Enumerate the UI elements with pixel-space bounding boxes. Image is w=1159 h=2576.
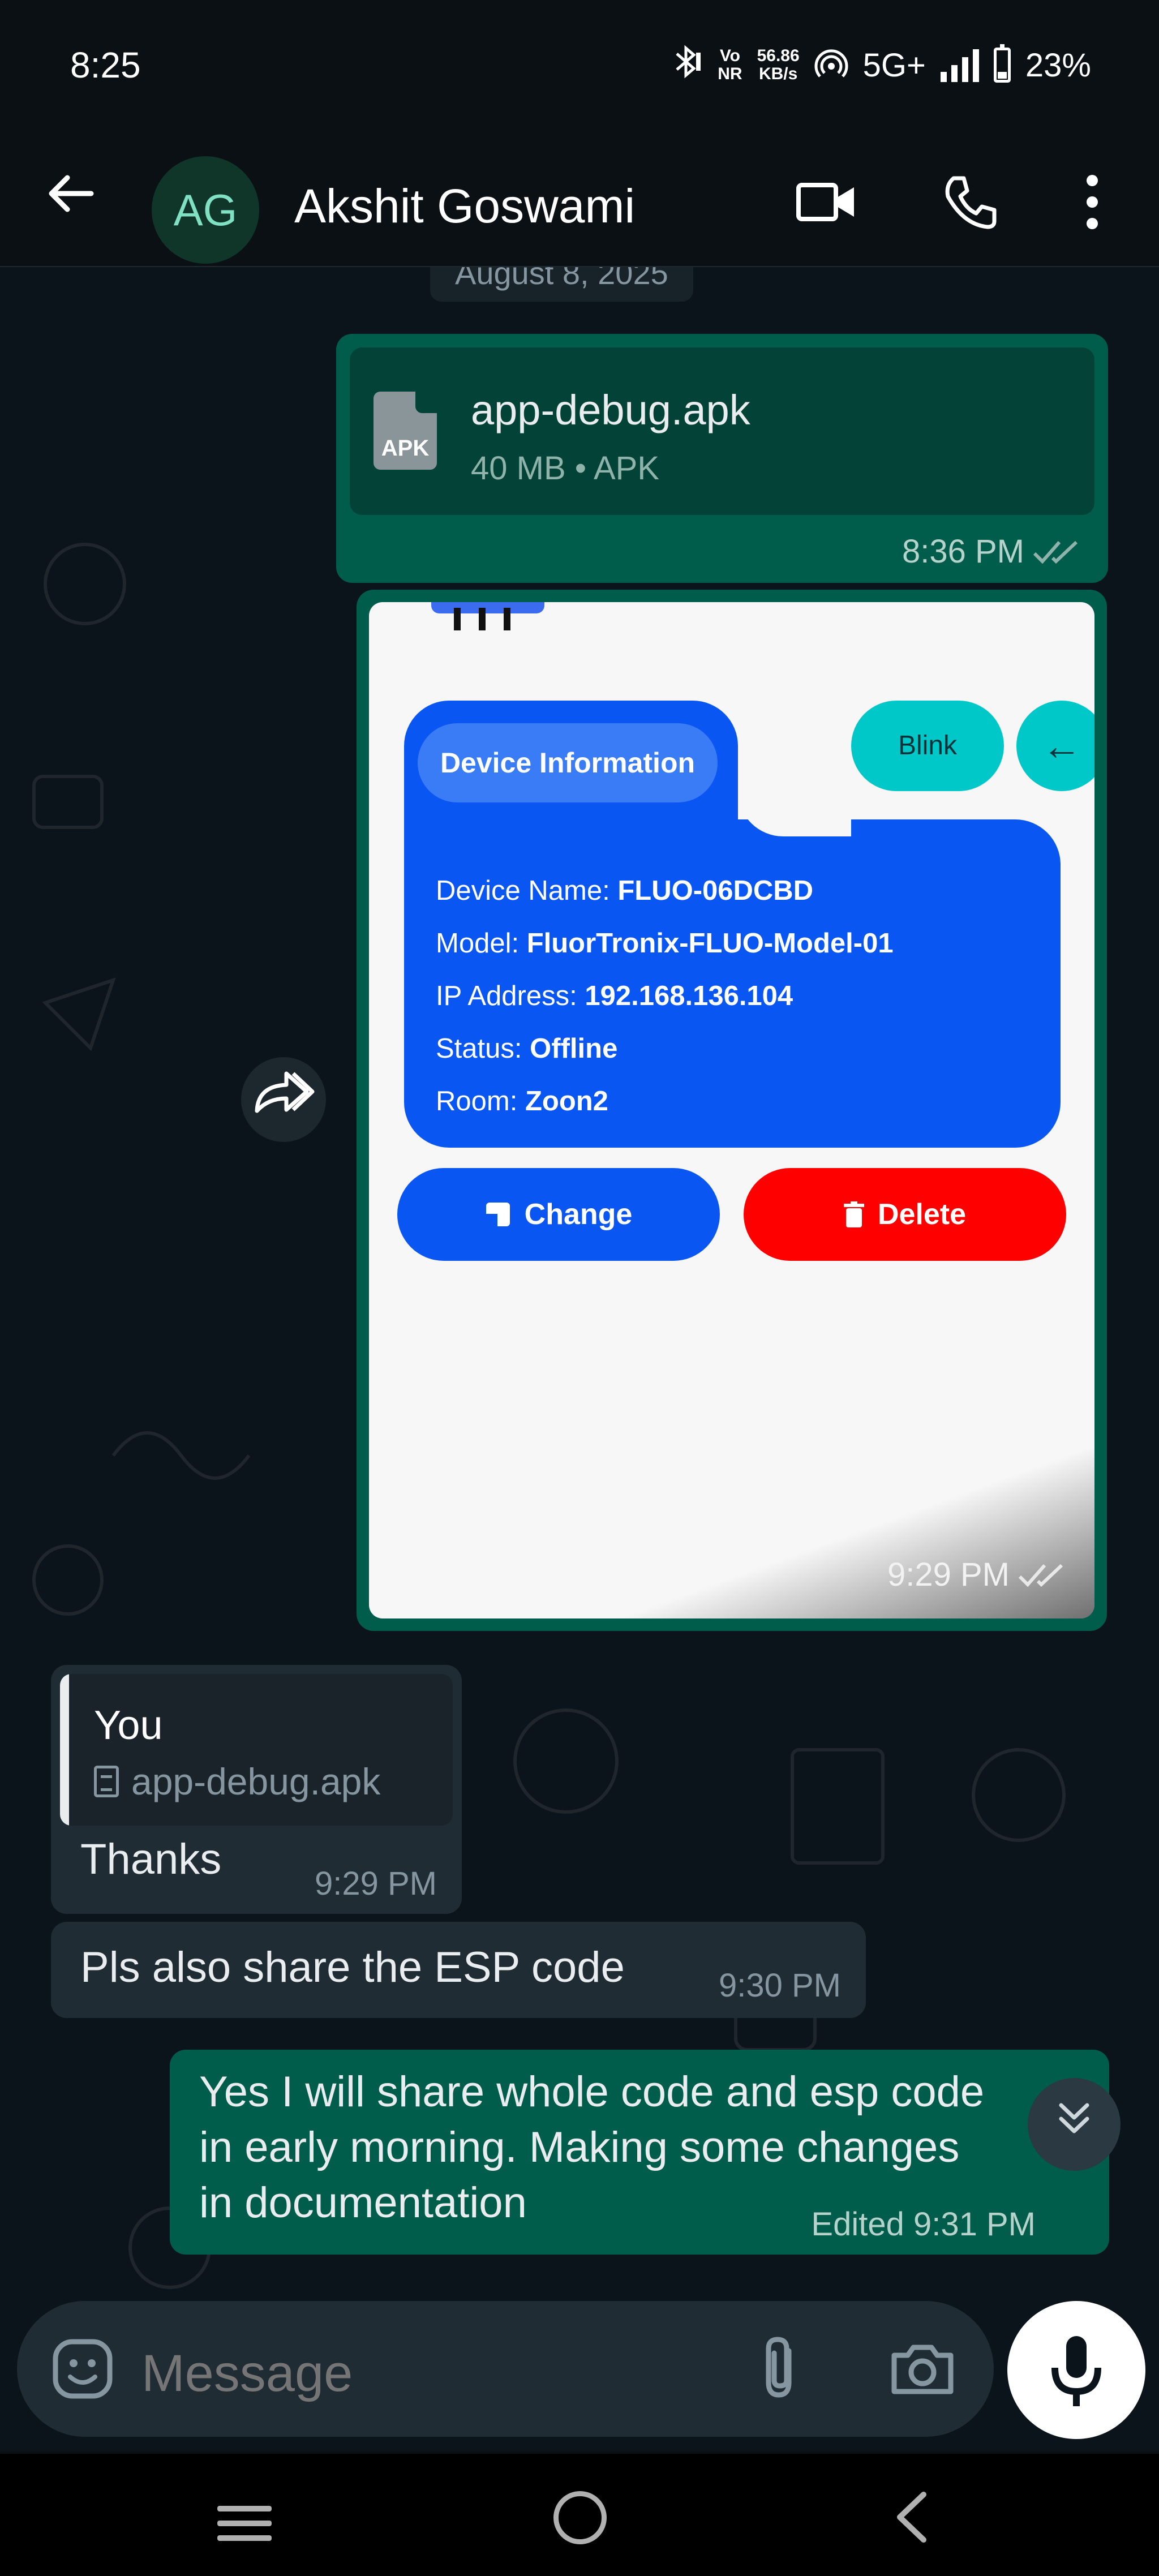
quote-author: You: [94, 1703, 163, 1748]
quote-bar: [60, 1674, 69, 1826]
net-speed: 56.86 KB/s: [757, 47, 800, 83]
video-call-icon[interactable]: [795, 171, 857, 233]
trash-icon: [843, 1201, 864, 1227]
network-type: 5G+: [862, 46, 926, 84]
file-message[interactable]: APK app-debug.apk 40 MB • APK 8:36 PM: [336, 334, 1108, 583]
net-speed-unit: KB/s: [758, 65, 798, 83]
file-name: app-debug.apk: [471, 387, 750, 433]
change-button: Change: [397, 1168, 720, 1261]
message-meta: 9:29 PM: [887, 1556, 1066, 1594]
document-icon: [94, 1766, 119, 1797]
device-name-line: Device Name: FLUO-06DCBD: [436, 865, 894, 917]
file-card[interactable]: APK app-debug.apk 40 MB • APK: [350, 347, 1094, 515]
camera-icon[interactable]: [888, 2335, 956, 2403]
app-screenshot[interactable]: Device Information Blink ← Device Name: …: [369, 602, 1094, 1618]
hotspot-icon: [814, 47, 848, 84]
double-check-icon: [1018, 1564, 1063, 1587]
delete-label: Delete: [877, 1198, 967, 1231]
message-time: 9:29 PM: [887, 1556, 1010, 1593]
message-time: Edited 9:31 PM: [811, 2206, 1036, 2243]
device-information-tab: Device Information: [418, 723, 718, 802]
date-chip: August 8, 2025: [430, 267, 693, 302]
nr-label: NR: [718, 65, 742, 83]
info-value: FLUO-06DCBD: [617, 875, 814, 906]
info-key: Device Name:: [436, 875, 610, 906]
change-icon: [486, 1203, 510, 1226]
back-button: ←: [1016, 701, 1094, 791]
info-key: Room:: [436, 1086, 518, 1117]
mic-icon: [1051, 2336, 1101, 2406]
battery-percent: 23%: [1025, 46, 1091, 84]
device-info-card: Device Information Blink ← Device Name: …: [404, 701, 1094, 1148]
scroll-down-icon[interactable]: [1028, 2078, 1121, 2171]
blink-button: Blink: [851, 701, 1004, 791]
status-icons: Vo NR 56.86 KB/s 5G+ 23%: [671, 40, 1091, 91]
status-time: 8:25: [70, 45, 141, 85]
change-label: Change: [524, 1198, 633, 1231]
message-input[interactable]: [141, 2344, 707, 2403]
app-top-graphic: [431, 602, 544, 630]
back-arrow-icon[interactable]: [40, 165, 102, 227]
info-value: Zoon2: [525, 1086, 608, 1117]
ip-address-line: IP Address: 192.168.136.104: [436, 970, 894, 1023]
attach-icon[interactable]: [753, 2334, 809, 2402]
info-key: Model:: [436, 928, 520, 959]
room-line: Room: Zoon2: [436, 1075, 894, 1128]
incoming-message[interactable]: Pls also share the ESP code 9:30 PM: [51, 1922, 866, 2018]
vo-label: Vo: [719, 46, 740, 65]
message-time: 9:30 PM: [719, 1967, 841, 2004]
message-meta: 8:36 PM: [902, 533, 1081, 570]
model-line: Model: FluorTronix-FLUO-Model-01: [436, 917, 894, 970]
phone-icon[interactable]: [938, 171, 1001, 233]
quote-file: app-debug.apk: [94, 1760, 380, 1803]
message-time: 9:29 PM: [315, 1865, 437, 1902]
delete-button: Delete: [744, 1168, 1066, 1261]
message-text: Thanks: [80, 1835, 222, 1883]
message-text: Pls also share the ESP code: [80, 1943, 625, 1991]
forward-icon[interactable]: [241, 1057, 326, 1142]
net-speed-value: 56.86: [757, 46, 800, 65]
status-bar: 8:25 Vo NR 56.86 KB/s 5G+ 23%: [0, 0, 1159, 131]
outgoing-message[interactable]: Yes I will share whole code and esp code…: [170, 2050, 1109, 2255]
status-line: Status: Offline: [436, 1023, 894, 1075]
message-composer[interactable]: [17, 2301, 994, 2437]
info-key: Status:: [436, 1033, 522, 1064]
file-info: 40 MB • APK: [471, 450, 660, 487]
apk-file-icon: APK: [374, 392, 437, 470]
message-line: Yes I will share whole code and esp code: [199, 2068, 985, 2116]
image-message[interactable]: Device Information Blink ← Device Name: …: [357, 590, 1107, 1631]
bluetooth-icon: [671, 45, 703, 86]
double-check-icon: [1033, 540, 1078, 564]
avatar[interactable]: AG: [152, 156, 259, 264]
reply-message[interactable]: You app-debug.apk Thanks 9:29 PM: [51, 1665, 462, 1914]
battery-icon: [993, 44, 1011, 83]
mic-button[interactable]: [1007, 2301, 1145, 2439]
contact-name[interactable]: Akshit Goswami: [294, 179, 635, 234]
quoted-message[interactable]: You app-debug.apk: [60, 1674, 453, 1826]
nav-back-icon[interactable]: [888, 2490, 934, 2544]
info-key: IP Address:: [436, 981, 577, 1011]
message-time: 8:36 PM: [902, 533, 1024, 570]
quote-file-name: app-debug.apk: [131, 1761, 381, 1802]
recents-icon[interactable]: [217, 2506, 272, 2541]
info-value: FluorTronix-FLUO-Model-01: [526, 928, 894, 959]
message-line: in early morning. Making some changes: [199, 2123, 960, 2171]
chat-header: AG Akshit Goswami: [0, 131, 1159, 267]
signal-icon: [940, 48, 979, 82]
device-info-lines: Device Name: FLUO-06DCBD Model: FluorTro…: [436, 865, 894, 1128]
emoji-icon[interactable]: [51, 2337, 114, 2401]
home-icon[interactable]: [553, 2491, 607, 2544]
chat-area[interactable]: August 8, 2025 APK app-debug.apk 40 MB •…: [0, 267, 1159, 2452]
info-value: 192.168.136.104: [585, 981, 793, 1011]
more-vert-icon[interactable]: [1061, 171, 1123, 233]
volte-indicator: Vo NR: [718, 47, 742, 83]
info-value: Offline: [530, 1033, 618, 1064]
navigation-bar: [0, 2454, 1159, 2576]
